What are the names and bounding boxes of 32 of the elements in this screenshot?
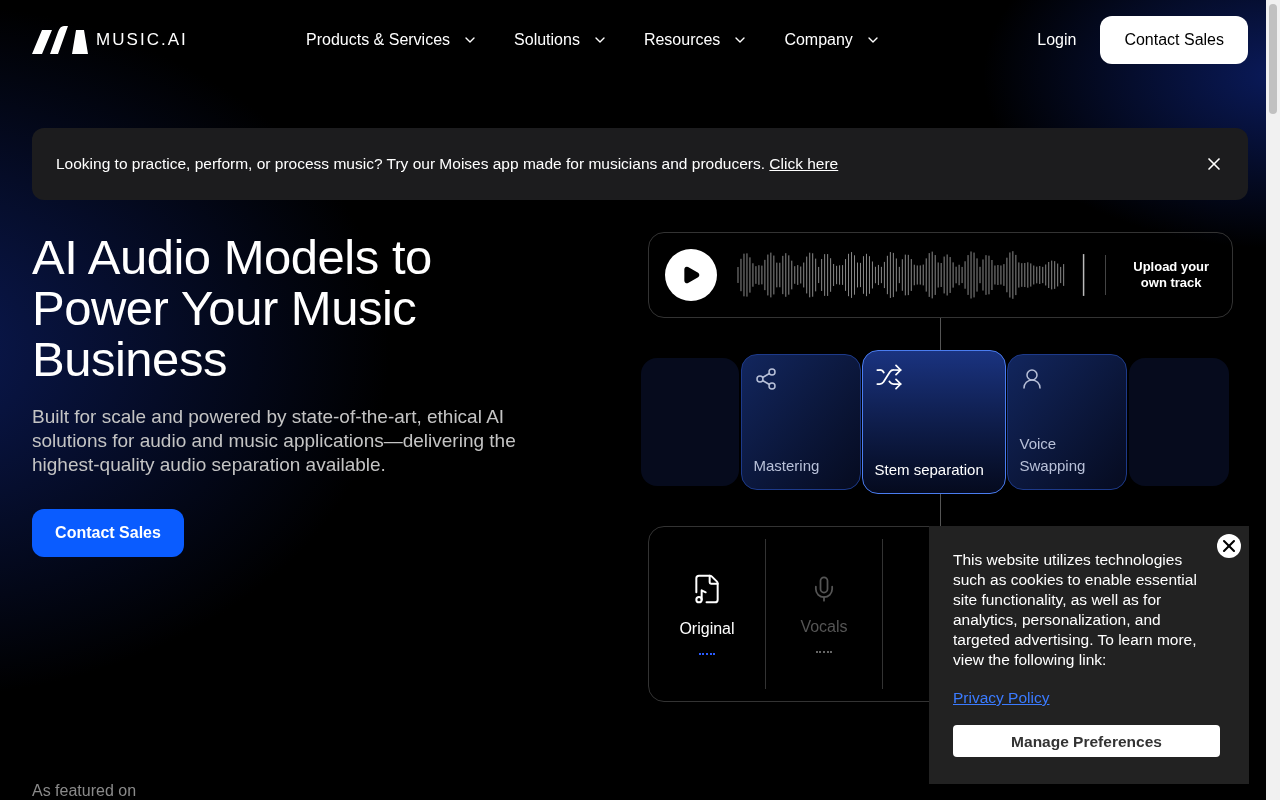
nav-menu[interactable]: Products & Services xyxy=(306,28,479,52)
click-here-link[interactable]: Click here xyxy=(769,155,839,173)
hero-subtitle: Built for scale and powered by state-of-the-art, ethical AI solutions for audio and music applications—delivering the highest-quality audio separation available. xyxy=(32,405,517,477)
model-card[interactable]: Voice Swapping xyxy=(1006,354,1127,490)
stem-label: Original xyxy=(679,619,735,639)
privacy-policy-link[interactable]: Privacy Policy xyxy=(953,686,1050,710)
nav-menu[interactable]: Company xyxy=(784,28,881,52)
stem-tab[interactable]: Original xyxy=(649,539,766,689)
nav-menu[interactable]: Solutions xyxy=(514,28,608,52)
hero-title: AI Audio Models to Power Your Music Business xyxy=(32,232,433,385)
upload-track-button[interactable]: Upload your own track xyxy=(1126,259,1216,291)
manage-preferences-button[interactable]: Manage Preferences xyxy=(953,725,1220,758)
banner-text: Looking to practice, perform, or process music? Try our Moises app made for musicians and producers. Click here xyxy=(56,154,839,175)
close-button[interactable] xyxy=(1217,534,1241,558)
model-label: Stem separation xyxy=(874,460,984,480)
scrollbar-thumb[interactable] xyxy=(1269,4,1277,114)
shuffle-icon xyxy=(874,363,903,391)
logo-text: MUSIC.AI xyxy=(96,29,188,52)
model-label: Mastering xyxy=(753,456,820,476)
featured-label: As featured on xyxy=(32,781,138,800)
logo-icon xyxy=(32,26,88,54)
model-label: Voice Swapping xyxy=(1019,434,1087,476)
cookie-text: This website utilizes technologies such as cookies to enable essential site functionality, as well as for analytics, personalization, and targeted advertising. To learn more, view the following link: xyxy=(953,550,1198,670)
model-card[interactable]: Stem separation xyxy=(861,350,1006,494)
model-card[interactable]: Mastering xyxy=(740,354,861,490)
play-button[interactable] xyxy=(665,249,717,301)
stem-label: Vocals xyxy=(800,617,848,637)
contact-sales-button[interactable]: Contact Sales xyxy=(1100,16,1248,64)
login-link[interactable]: Login xyxy=(1037,28,1077,52)
contact-sales-button[interactable]: Contact Sales xyxy=(32,509,184,557)
share-icon xyxy=(753,367,778,391)
nav-menu[interactable]: Resources xyxy=(643,28,749,52)
